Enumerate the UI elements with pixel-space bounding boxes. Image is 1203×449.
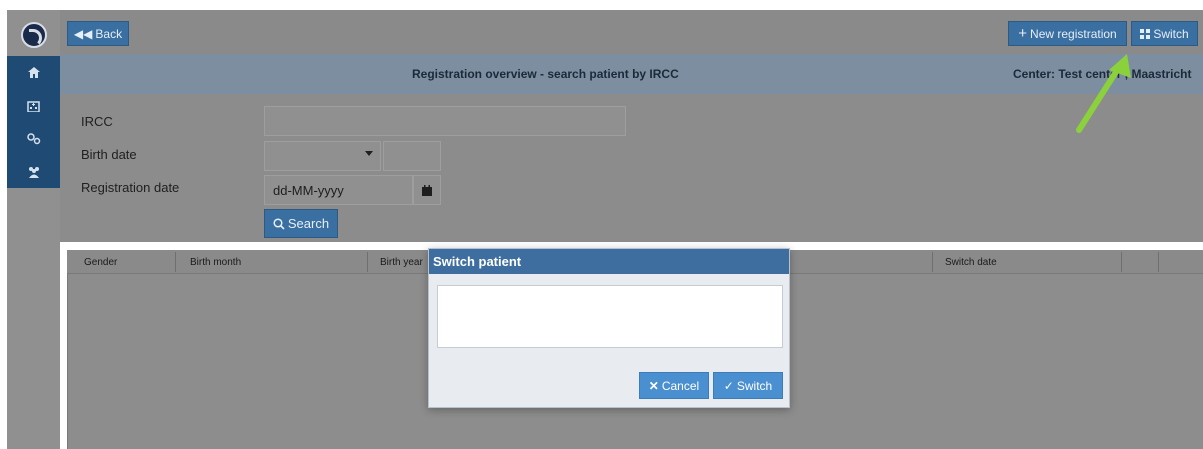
search-form	[60, 94, 1203, 242]
grid-icon	[1140, 28, 1151, 39]
registration-date-input[interactable]: dd-MM-yyyy	[264, 175, 413, 205]
column-header-birth-year[interactable]: Birth year	[380, 257, 423, 268]
users-icon	[28, 166, 39, 178]
hospital-icon	[27, 100, 40, 112]
switch-button[interactable]: Switch	[1131, 21, 1198, 46]
check-icon: ✓	[723, 378, 734, 393]
gears-icon	[26, 132, 40, 144]
column-header-birth-month[interactable]: Birth month	[190, 257, 241, 268]
calendar-button[interactable]	[413, 175, 441, 205]
back-button[interactable]: ◀◀ Back	[67, 21, 129, 46]
logo-icon	[20, 21, 47, 48]
caret-down-icon	[365, 151, 373, 156]
back-button-label: Back	[95, 26, 123, 41]
ircc-input[interactable]	[264, 106, 626, 136]
ircc-label: IRCC	[81, 114, 113, 129]
switch-button-label: Switch	[1153, 26, 1189, 41]
sidebar-item-hospital[interactable]	[7, 89, 60, 122]
birth-date-label: Birth date	[81, 147, 137, 162]
confirm-switch-button[interactable]: ✓ Switch	[713, 372, 783, 399]
search-button[interactable]: Search	[264, 209, 338, 238]
confirm-switch-label: Switch	[736, 378, 773, 393]
close-icon: ✕	[648, 378, 659, 393]
double-left-icon: ◀◀	[73, 26, 93, 41]
column-divider	[367, 252, 368, 272]
sidebar-item-users[interactable]	[7, 155, 60, 188]
plus-icon: +	[1018, 25, 1028, 42]
birth-month-select[interactable]	[264, 141, 381, 171]
column-divider	[1158, 252, 1159, 272]
cancel-button[interactable]: ✕ Cancel	[639, 372, 709, 399]
search-icon	[273, 217, 285, 230]
app-logo[interactable]	[7, 13, 60, 56]
column-divider	[932, 252, 933, 272]
search-button-label: Search	[287, 216, 330, 231]
annotation-arrow	[1076, 54, 1131, 133]
column-divider	[1121, 252, 1122, 272]
dialog-content	[437, 285, 783, 348]
new-registration-label: New registration	[1030, 26, 1117, 41]
registration-date-label: Registration date	[81, 180, 180, 195]
home-icon	[27, 67, 40, 78]
calendar-icon	[422, 184, 432, 196]
sidebar-item-home[interactable]	[7, 56, 60, 89]
cancel-button-label: Cancel	[661, 378, 700, 393]
sidebar-item-settings[interactable]	[7, 122, 60, 155]
birth-year-input[interactable]	[383, 141, 441, 171]
sidebar-nav	[7, 56, 60, 188]
column-divider	[175, 252, 176, 272]
page-title: Registration overview - search patient b…	[412, 67, 679, 81]
switch-patient-dialog: Switch patient ✕ Cancel ✓ Switch	[428, 248, 790, 408]
new-registration-button[interactable]: + New registration	[1008, 21, 1127, 46]
column-header-switch-date[interactable]: Switch date	[945, 257, 997, 268]
column-header-gender[interactable]: Gender	[84, 257, 117, 268]
dialog-title: Switch patient	[429, 249, 789, 274]
